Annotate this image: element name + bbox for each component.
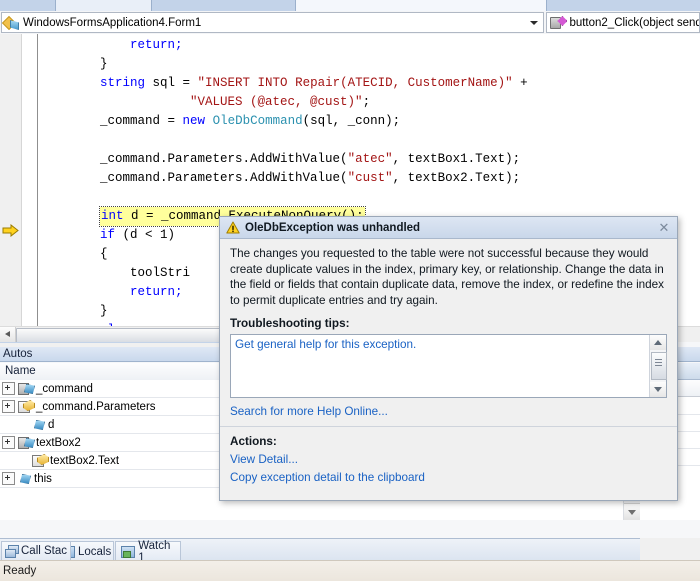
expand-toggle-icon[interactable] <box>2 400 15 413</box>
code-line <box>40 188 700 207</box>
exception-assistant-dialog[interactable]: OleDbException was unhandled ✕ The chang… <box>219 216 678 501</box>
view-detail-link[interactable]: View Detail... <box>230 453 667 466</box>
warning-icon <box>226 221 240 234</box>
field-icon <box>18 436 33 449</box>
expand-toggle-icon[interactable] <box>2 436 15 449</box>
property-icon <box>32 454 47 467</box>
autos-row-name-cell[interactable]: textBox2 <box>0 434 233 451</box>
close-icon[interactable]: ✕ <box>656 220 672 235</box>
code-line: _command = new OleDbCommand(sql, _conn); <box>40 112 700 131</box>
document-tab-active[interactable] <box>295 0 547 11</box>
current-statement-arrow-icon <box>2 224 19 237</box>
tab-call-stack-label: Call Stac <box>21 545 67 557</box>
scroll-left-arrow-icon[interactable] <box>0 327 16 342</box>
member-dropdown[interactable]: button2_Click(object send <box>546 12 700 33</box>
scroll-up-arrow-icon[interactable] <box>650 335 666 350</box>
expand-toggle-icon[interactable] <box>2 472 15 485</box>
autos-row-name-cell[interactable]: this <box>0 470 233 487</box>
indicator-margin <box>25 34 38 342</box>
chevron-down-icon[interactable] <box>530 21 538 25</box>
code-line: _command.Parameters.AddWithValue("atec",… <box>40 150 700 169</box>
expand-toggle-icon[interactable] <box>2 382 15 395</box>
tips-vertical-scrollbar[interactable] <box>649 335 666 397</box>
code-line: } <box>40 55 700 74</box>
visual-studio-window: WindowsFormsApplication4.Form1 button2_C… <box>0 0 700 581</box>
object-icon <box>18 472 31 485</box>
autos-variable-name: this <box>34 473 52 485</box>
debug-tool-tabs: AutosLocalsWatch 1 <box>0 538 640 561</box>
scroll-down-arrow-icon[interactable] <box>624 503 640 520</box>
object-icon <box>32 418 45 431</box>
exception-dialog-titlebar: OleDbException was unhandled ✕ <box>220 217 677 239</box>
code-line: "VALUES (@atec, @cust)"; <box>40 93 700 112</box>
code-line: _command.Parameters.AddWithValue("cust",… <box>40 169 700 188</box>
tab-label: Locals <box>78 546 111 558</box>
dialog-divider <box>220 426 677 427</box>
scroll-down-arrow-icon[interactable] <box>650 382 666 397</box>
troubleshooting-tips-label: Troubleshooting tips: <box>230 317 667 330</box>
autos-row-name-cell[interactable]: _command.Parameters <box>0 398 233 415</box>
tip-link-general-help[interactable]: Get general help for this exception. <box>235 338 416 351</box>
tab-watch-1[interactable]: Watch 1 <box>115 541 180 561</box>
copy-exception-detail-link[interactable]: Copy exception detail to the clipboard <box>230 471 667 484</box>
autos-row-name-cell[interactable]: _command <box>0 380 233 397</box>
exception-message: The changes you requested to the table w… <box>230 246 667 308</box>
autos-row-name-cell[interactable]: d <box>0 416 233 433</box>
method-icon <box>550 16 565 29</box>
breakpoint-gutter[interactable] <box>0 34 22 342</box>
status-text: Ready <box>3 565 36 577</box>
exception-dialog-title: OleDbException was unhandled <box>245 222 420 234</box>
status-bar: Ready <box>0 560 700 581</box>
property-icon <box>18 400 33 413</box>
type-dropdown[interactable]: WindowsFormsApplication4.Form1 <box>1 12 544 33</box>
column-header-name[interactable]: Name <box>0 363 233 380</box>
tips-scroll-thumb[interactable] <box>651 352 667 380</box>
autos-variable-name: textBox2 <box>36 437 81 449</box>
code-line <box>40 131 700 150</box>
debug-window-icon <box>121 546 135 558</box>
autos-variable-name: textBox2.Text <box>50 455 119 467</box>
field-icon <box>18 382 33 395</box>
class-icon <box>4 16 18 29</box>
tab-call-stack[interactable]: Call Stac <box>1 541 71 560</box>
actions-label: Actions: <box>230 435 667 448</box>
autos-variable-name: d <box>48 419 54 431</box>
member-dropdown-value: button2_Click(object send <box>567 17 699 29</box>
troubleshooting-tips-box[interactable]: Get general help for this exception. <box>230 334 667 398</box>
call-stack-tabstrip: Call Stac <box>0 538 60 561</box>
search-help-online-link[interactable]: Search for more Help Online... <box>230 405 667 418</box>
type-dropdown-value: WindowsFormsApplication4.Form1 <box>21 17 201 29</box>
document-tab-inactive[interactable] <box>55 0 152 11</box>
autos-row-name-cell[interactable]: textBox2.Text <box>0 452 233 469</box>
autos-variable-name: _command <box>36 383 93 395</box>
call-stack-icon <box>5 545 19 557</box>
code-line: return; <box>40 36 700 55</box>
code-line: string sql = "INSERT INTO Repair(ATECID,… <box>40 74 700 93</box>
navigation-bar: WindowsFormsApplication4.Form1 button2_C… <box>0 11 700 35</box>
exception-dialog-body: The changes you requested to the table w… <box>220 239 677 500</box>
autos-variable-name: _command.Parameters <box>36 401 156 413</box>
